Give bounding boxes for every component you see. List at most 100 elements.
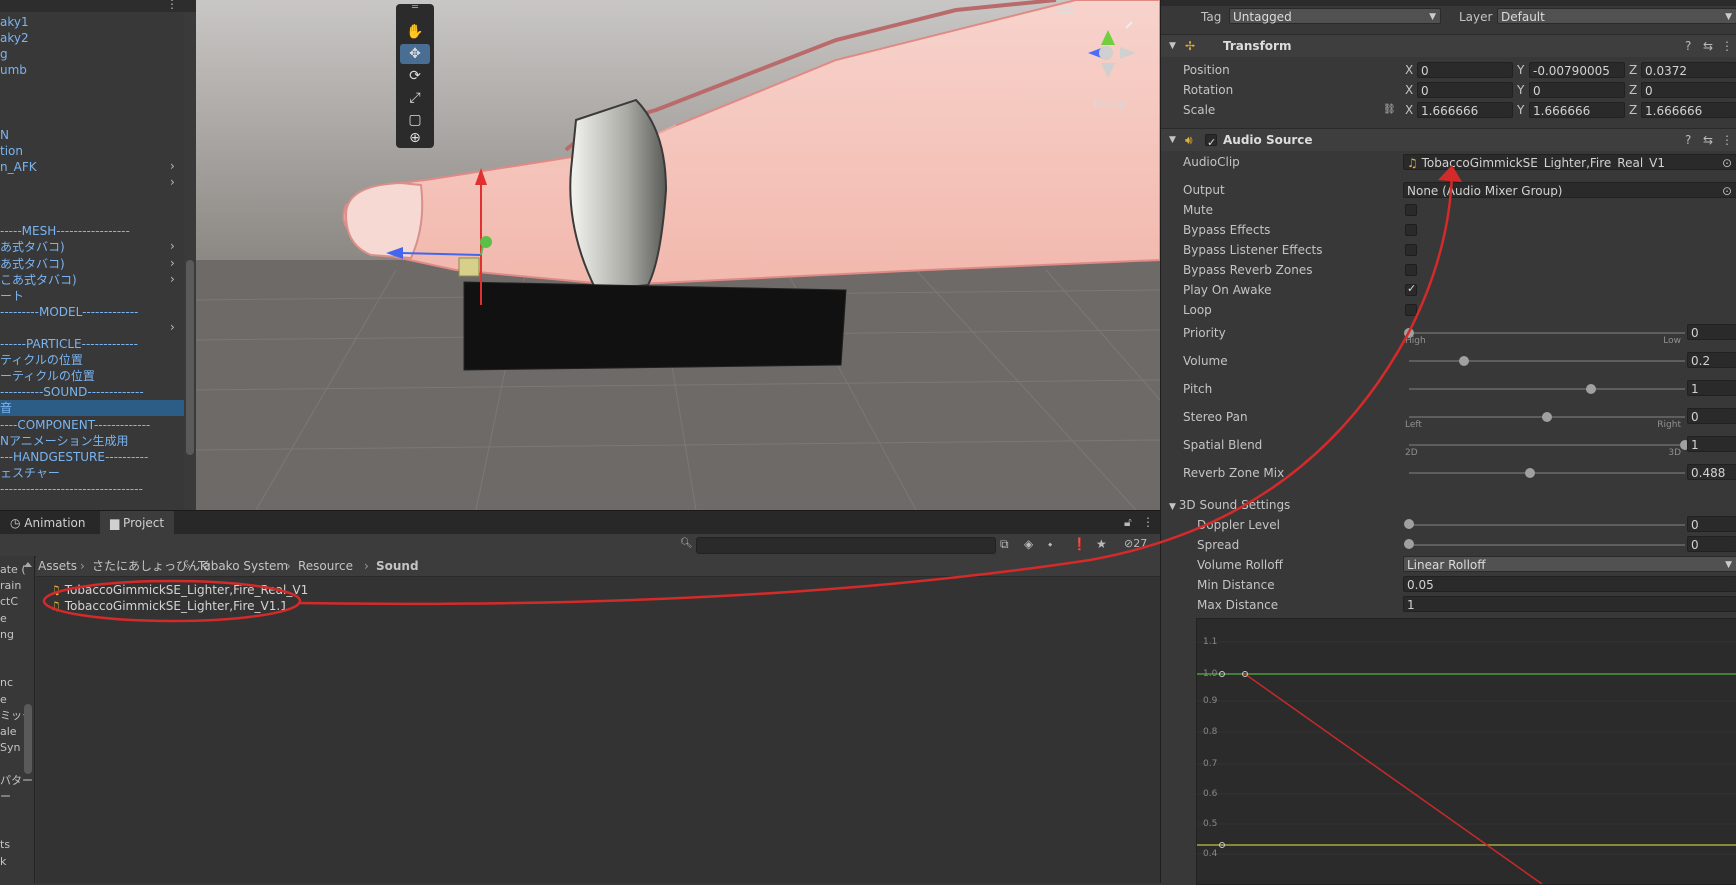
audioclip-field[interactable]: ♫ TobaccoGimmickSE_Lighter,Fire_Real_V1 ⊙ — [1403, 154, 1736, 170]
transform-y-field[interactable]: -0.00790005 — [1529, 62, 1625, 78]
warning-icon[interactable]: ❗ — [1072, 537, 1087, 551]
folder-tree-item[interactable]: k — [0, 854, 6, 870]
transform-x-field[interactable]: 0 — [1417, 82, 1513, 98]
toggle-checkbox[interactable] — [1405, 244, 1417, 256]
hierarchy-item[interactable]: あ式タバコ) — [0, 239, 65, 255]
hierarchy-item[interactable]: こあ式タバコ) — [0, 272, 77, 288]
hierarchy-item[interactable]: ート — [0, 288, 24, 304]
slider-track[interactable] — [1409, 388, 1685, 390]
hierarchy-item[interactable]: aky2 — [0, 30, 29, 46]
kebab-menu-icon[interactable]: ⋮ — [1142, 515, 1154, 529]
hierarchy-item[interactable]: --------------------------------- — [0, 481, 143, 497]
component-enabled-checkbox[interactable]: ✓ — [1205, 134, 1217, 149]
presets-icon[interactable]: ⇆ — [1703, 35, 1713, 57]
slider-value-field[interactable]: 0.488 — [1687, 464, 1736, 480]
axis-y-label[interactable]: Y — [1517, 103, 1524, 117]
spread-field[interactable]: 0 — [1687, 536, 1736, 552]
favorite-star-icon[interactable]: ★ — [1096, 537, 1107, 551]
hierarchy-item[interactable]: ------PARTICLE------------- — [0, 336, 138, 352]
hierarchy-item[interactable]: tion — [0, 143, 23, 159]
breadcrumb-item[interactable]: Resource — [298, 556, 353, 576]
folder-tree-item[interactable]: rain — [0, 578, 21, 594]
slider-value-field[interactable]: 0 — [1687, 408, 1736, 424]
toggle-checkbox[interactable] — [1405, 224, 1417, 236]
slider-knob[interactable] — [1459, 356, 1470, 366]
axis-z-label[interactable]: Z — [1629, 63, 1637, 77]
transform-z-field[interactable]: 0.0372 — [1641, 62, 1736, 78]
axis-x-label[interactable]: X — [1405, 83, 1413, 97]
axis-x-label[interactable]: X — [1405, 103, 1413, 117]
slider-value-field[interactable]: 1 — [1687, 380, 1736, 396]
transform-y-field[interactable]: 1.666666 — [1529, 102, 1625, 118]
transform-x-field[interactable]: 1.666666 — [1417, 102, 1513, 118]
breadcrumb-item[interactable]: さたにあしょっぴんぐ — [92, 556, 212, 576]
chevron-right-icon[interactable]: › — [170, 256, 175, 270]
breadcrumb-item[interactable]: Assets — [38, 556, 77, 576]
slider-track[interactable] — [1409, 444, 1685, 446]
doppler-slider-knob[interactable] — [1404, 519, 1414, 529]
help-icon[interactable]: ? — [1685, 129, 1691, 151]
hierarchy-item[interactable]: aky1 — [0, 14, 29, 30]
breadcrumb-item[interactable]: Sound — [376, 556, 419, 576]
folder-tree-scroll-thumb[interactable] — [24, 704, 32, 774]
axis-y-label[interactable]: Y — [1517, 63, 1524, 77]
folder-tree-item[interactable]: ts — [0, 837, 10, 853]
hierarchy-item[interactable]: ----COMPONENT------------- — [0, 417, 150, 433]
foldout-arrow-icon[interactable]: ▼ — [1169, 35, 1176, 57]
chevron-right-icon[interactable]: › — [170, 159, 175, 173]
asset-item[interactable]: ♫ TobaccoGimmickSE_Lighter,Fire_Real_V1 — [50, 582, 308, 598]
kebab-menu-icon[interactable]: ⋮ — [1721, 129, 1733, 151]
object-picker-icon[interactable]: ⊙ — [1722, 155, 1732, 169]
axis-z-label[interactable]: Z — [1629, 83, 1637, 97]
hidden-packages-icon[interactable]: ⊘27 — [1124, 537, 1147, 550]
hierarchy-item[interactable]: g — [0, 46, 8, 62]
tag-dropdown[interactable]: Untagged ▼ — [1229, 8, 1441, 24]
toggle-checkbox[interactable] — [1405, 304, 1417, 316]
folder-tree-item[interactable]: e — [0, 692, 7, 708]
slider-track[interactable] — [1409, 472, 1685, 474]
folder-tree-item[interactable]: ale — [0, 724, 17, 740]
toggle-checkbox[interactable] — [1405, 204, 1417, 216]
toolbar-grip-icon[interactable]: ═ — [400, 3, 430, 13]
slider-knob[interactable] — [1586, 384, 1597, 394]
search-by-type-icon[interactable]: ⧉ — [1000, 537, 1009, 552]
move-tool-icon[interactable]: ✥ — [400, 44, 430, 64]
tab-project[interactable]: ▆ Project — [100, 511, 175, 535]
kebab-menu-icon[interactable]: ⋮ — [1721, 35, 1733, 57]
axis-x-label[interactable]: X — [1405, 63, 1413, 77]
hierarchy-item[interactable]: -----MESH----------------- — [0, 223, 130, 239]
max-distance-field[interactable]: 1 — [1403, 596, 1736, 612]
help-icon[interactable]: ? — [1685, 35, 1691, 57]
transform-header[interactable]: ▼ ✢ Transform ? ⇆ ⋮ — [1161, 34, 1736, 57]
hand-tool-icon[interactable]: ✋ — [400, 22, 430, 42]
rolloff-dropdown[interactable]: Linear Rolloff ▼ — [1403, 556, 1736, 572]
rotate-tool-icon[interactable]: ⟳ — [400, 66, 430, 86]
transform-x-field[interactable]: 0 — [1417, 62, 1513, 78]
folder-tree-item[interactable]: ー — [0, 789, 11, 805]
slider-value-field[interactable]: 0 — [1687, 324, 1736, 340]
hierarchy-item[interactable]: あ式タバコ) — [0, 256, 65, 272]
folder-tree-item[interactable]: e — [0, 611, 7, 627]
sound3d-foldout[interactable]: ▼ 3D Sound Settings — [1169, 498, 1290, 512]
layer-dropdown[interactable]: Default ▼ — [1497, 8, 1736, 24]
transform-z-field[interactable]: 1.666666 — [1641, 102, 1736, 118]
rolloff-graph[interactable]: 1.1 1.0 0.9 0.8 0.7 0.6 0.5 0.4 — [1196, 618, 1736, 885]
search-input[interactable] — [696, 537, 996, 554]
label-icon[interactable]: ⬩ — [1048, 537, 1052, 552]
transform-y-field[interactable]: 0 — [1529, 82, 1625, 98]
presets-icon[interactable]: ⇆ — [1703, 129, 1713, 151]
folder-tree-item[interactable]: ate ( — [0, 562, 26, 578]
folder-tree-scrollbar[interactable] — [24, 556, 34, 883]
chevron-right-icon[interactable]: › — [170, 175, 175, 189]
doppler-slider-track[interactable] — [1409, 524, 1685, 526]
tab-animation[interactable]: ◷ Animation — [0, 511, 95, 535]
hierarchy-item[interactable]: ティクルの位置 — [0, 352, 83, 368]
hierarchy-scrollbar-thumb[interactable] — [186, 260, 194, 455]
output-field[interactable]: None (Audio Mixer Group) ⊙ — [1403, 182, 1736, 198]
chevron-right-icon[interactable]: › — [170, 239, 175, 253]
transform-tool-icon[interactable]: ⊕ — [400, 128, 430, 148]
hierarchy-item[interactable]: N — [0, 127, 9, 143]
folder-tree-item[interactable]: nc — [0, 675, 13, 691]
foldout-arrow-icon[interactable]: ▼ — [1169, 129, 1176, 151]
lock-icon[interactable]: 🔓︎ — [1124, 515, 1132, 530]
